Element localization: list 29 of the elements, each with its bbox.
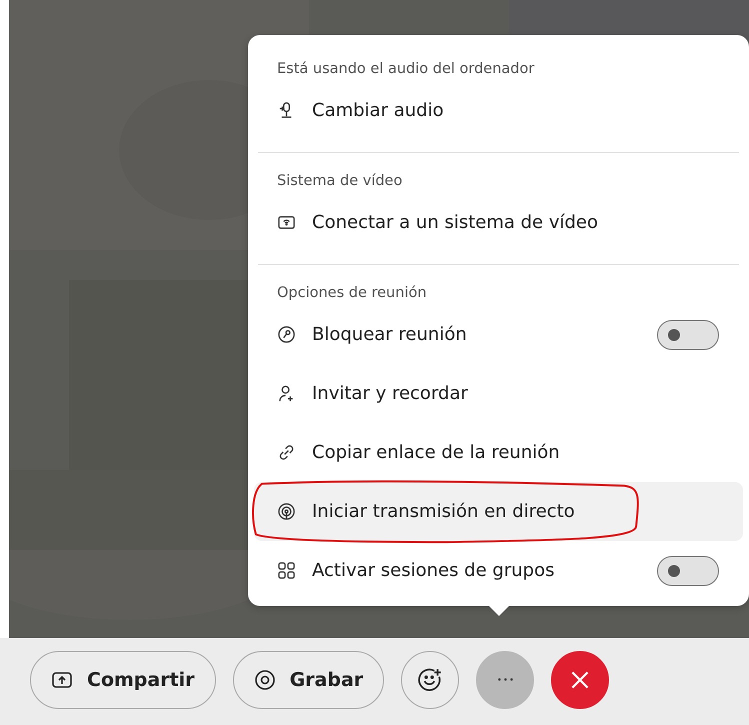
menu-item[interactable]: Invitar y recordar	[254, 364, 743, 423]
menu-item[interactable]: Activar sesiones de grupos	[254, 541, 743, 600]
section-heading: Está usando el audio del ordenador	[276, 60, 536, 79]
menu-item-label: Activar sesiones de grupos	[312, 560, 556, 581]
menu-item[interactable]: Bloquear reunión	[254, 305, 743, 364]
record-button[interactable]: Grabar	[232, 650, 384, 708]
lock-icon	[277, 325, 296, 344]
menu-item[interactable]: Iniciar transmisión en directo	[254, 482, 743, 541]
menu-item-label: Copiar enlace de la reunión	[312, 442, 561, 463]
record-icon	[254, 668, 276, 690]
screen-icon	[277, 213, 296, 232]
menu-item-label: Invitar y recordar	[312, 383, 469, 404]
menu-item-label: Iniciar transmisión en directo	[312, 501, 576, 522]
menu-item[interactable]: Copiar enlace de la reunión	[254, 423, 743, 482]
section-heading: Opciones de reunión	[276, 284, 428, 303]
broadcast-icon	[277, 502, 296, 521]
menu-item-label: Cambiar audio	[312, 100, 445, 121]
share-button[interactable]: Compartir	[30, 650, 216, 708]
toggle-switch[interactable]	[657, 320, 719, 350]
emoji-add-icon	[417, 666, 444, 692]
grid-icon	[277, 561, 296, 580]
toggle-switch[interactable]	[657, 556, 719, 586]
link-icon	[277, 443, 296, 462]
more-icon	[498, 678, 513, 681]
menu-item-label: Bloquear reunión	[312, 324, 468, 345]
menu-item-label: Conectar a un sistema de vídeo	[312, 212, 600, 233]
menu-item[interactable]: Cambiar audio	[254, 81, 743, 140]
section-heading: Sistema de vídeo	[276, 172, 404, 191]
menu-item[interactable]: Conectar a un sistema de vídeo	[254, 193, 743, 252]
